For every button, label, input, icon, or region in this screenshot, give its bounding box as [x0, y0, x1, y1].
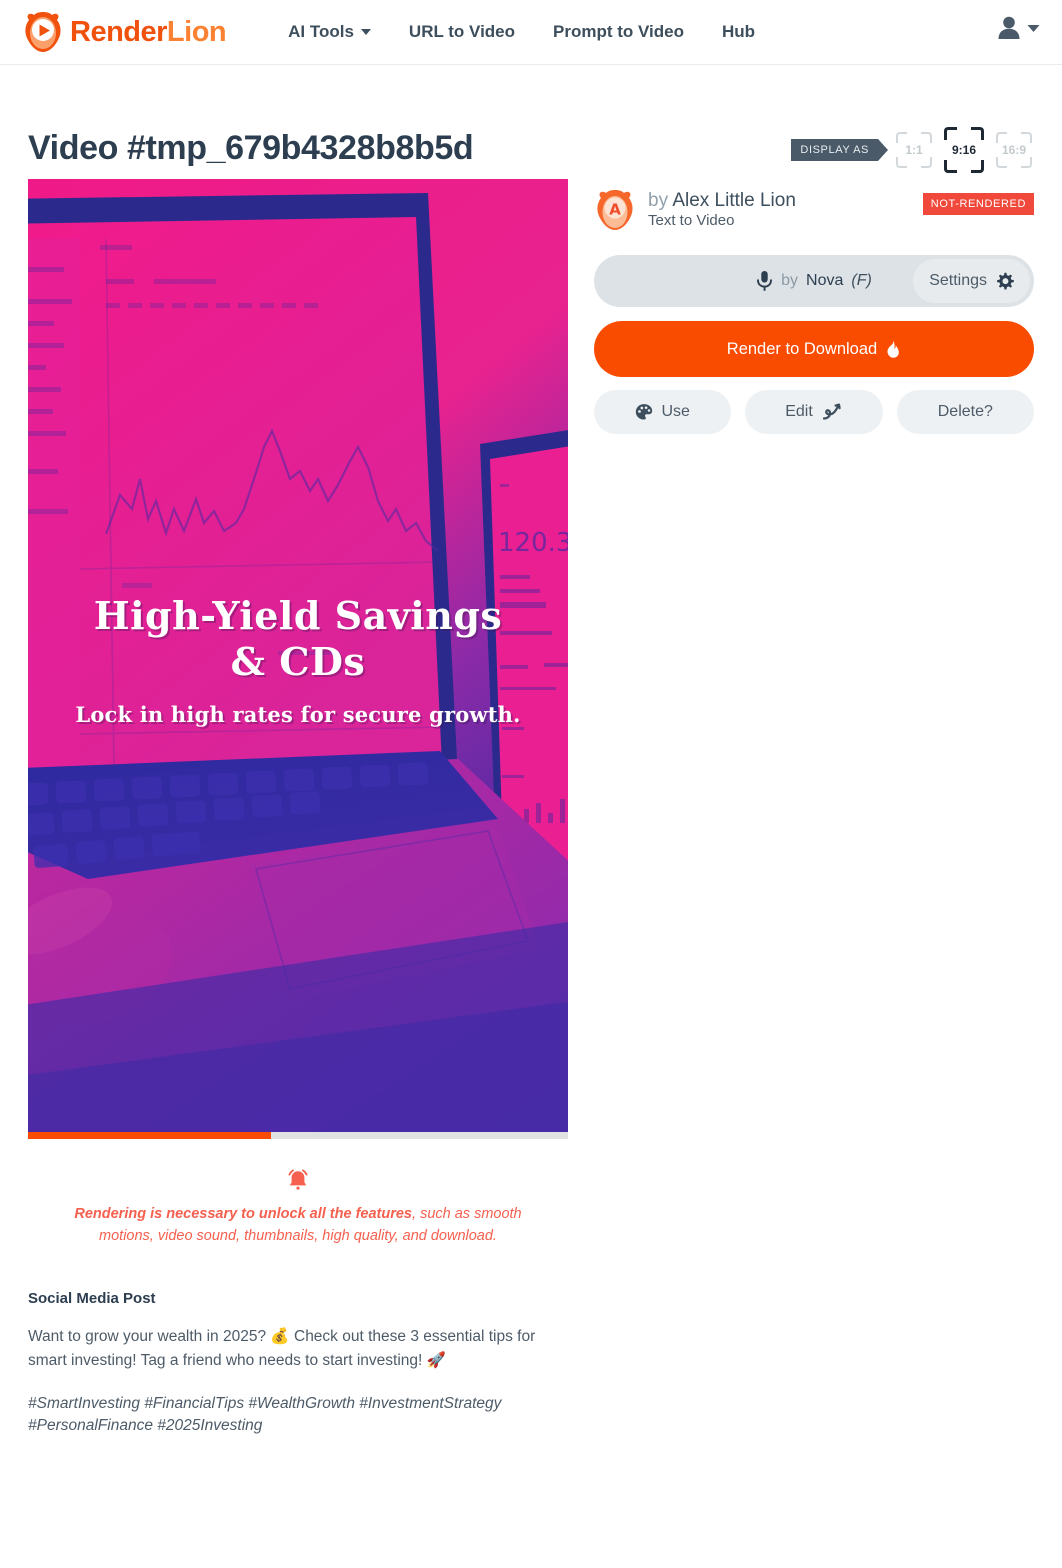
nav-item-prompt-to-video[interactable]: Prompt to Video: [553, 22, 684, 42]
bracket-corner-icon: [944, 127, 957, 140]
bracket-corner-icon: [896, 157, 907, 168]
status-badge: NOT-RENDERED: [922, 193, 1034, 215]
user-account-icon: [998, 16, 1020, 39]
voice-selector-bar[interactable]: by Nova (F) Settings: [594, 255, 1034, 307]
video-column: 120.30: [28, 179, 568, 1438]
bracket-corner-icon: [996, 132, 1007, 143]
render-warning: Rendering is necessary to unlock all the…: [28, 1167, 568, 1248]
bracket-corner-icon: [896, 132, 907, 143]
author-by-prefix: by: [648, 190, 669, 212]
author-meta: by Alex Little Lion Text to Video: [648, 189, 796, 230]
overlay-subtitle: Lock in high rates for secure growth.: [75, 701, 521, 727]
aspect-ratio-option-16-9[interactable]: 16:9: [994, 130, 1034, 170]
aspect-ratio-label: 9:16: [951, 143, 977, 157]
use-button-label: Use: [661, 403, 690, 420]
nav-item-label: Prompt to Video: [553, 22, 685, 41]
social-post-hashtags: #SmartInvesting #FinancialTips #WealthGr…: [28, 1394, 502, 1435]
controls-column: A by Alex Little Lion Text to Video NOT-…: [594, 179, 1034, 1438]
aspect-ratio-option-1-1[interactable]: 1:1: [894, 130, 934, 170]
video-overlay-text: High-Yield Savings & CDs Lock in high ra…: [28, 593, 568, 727]
voice-settings-label: Settings: [929, 272, 987, 289]
bracket-corner-icon: [921, 157, 932, 168]
nav-item-label: URL to Video: [408, 22, 516, 41]
voice-settings-button[interactable]: Settings: [913, 259, 1030, 303]
microphone-icon: [757, 271, 773, 291]
nav-item-hub[interactable]: Hub: [722, 22, 755, 42]
bracket-corner-icon: [971, 127, 984, 140]
video-preview[interactable]: 120.30: [28, 179, 568, 1139]
brand-name-secondary: Lion: [166, 15, 227, 48]
main-content: 120.30: [28, 179, 1034, 1438]
bracket-corner-icon: [971, 160, 984, 173]
render-to-download-button[interactable]: Render to Download: [594, 321, 1034, 377]
author-row: A by Alex Little Lion Text to Video NOT-…: [594, 187, 1034, 233]
account-menu-button[interactable]: [994, 13, 1040, 43]
flame-icon: [887, 340, 900, 358]
voice-name: Nova: [806, 272, 844, 289]
voice-gender: (F): [851, 272, 872, 289]
display-as-control: DISPLAY AS 1:1 9:16 16:9: [791, 125, 1034, 175]
brand-name-primary: Render: [70, 15, 167, 48]
warning-bold-text: Rendering is necessary to unlock all the…: [74, 1206, 413, 1222]
page-header-row: Video #tmp_679b4328b8b5d DISPLAY AS 1:1 …: [28, 117, 1034, 179]
nav-item-url-to-video[interactable]: URL to Video: [409, 22, 515, 42]
bracket-corner-icon: [944, 160, 957, 173]
nav-item-label: Hub: [722, 22, 756, 41]
edit-button-label: Edit: [785, 403, 813, 420]
edit-button[interactable]: Edit: [745, 390, 883, 434]
video-progress-bar[interactable]: [28, 1132, 568, 1139]
chevron-down-icon: [360, 29, 371, 35]
bell-alert-icon: [288, 1169, 308, 1190]
author-name-row: by Alex Little Lion: [648, 189, 796, 212]
bracket-corner-icon: [921, 132, 932, 143]
nav-item-ai-tools[interactable]: AI Tools: [288, 22, 371, 42]
bracket-corner-icon: [1021, 157, 1032, 168]
social-media-post-section: Social Media Post Want to grow your weal…: [28, 1290, 568, 1438]
lion-play-logo-icon: [25, 12, 61, 52]
bracket-corner-icon: [1021, 132, 1032, 143]
brand-logo-text: RenderLion: [70, 15, 227, 49]
brand-logo[interactable]: RenderLion: [22, 11, 227, 53]
author-name: Alex Little Lion: [672, 190, 796, 212]
palette-icon: [636, 404, 653, 420]
action-buttons-row: Use Edit Delete?: [594, 390, 1034, 434]
overlay-title-line1: High-Yield Savings: [93, 593, 503, 638]
delete-button[interactable]: Delete?: [896, 390, 1034, 434]
scribble-icon: [822, 403, 841, 420]
author-subtitle: Text to Video: [648, 212, 735, 230]
aspect-ratio-label: 16:9: [1001, 143, 1027, 157]
aspect-ratio-label: 1:1: [905, 143, 923, 157]
gear-icon: [997, 272, 1014, 289]
lion-avatar-icon: A: [597, 190, 633, 230]
voice-label: by Nova (F): [756, 270, 872, 292]
delete-button-label: Delete?: [937, 403, 993, 420]
video-progress-fill: [28, 1132, 271, 1139]
svg-text:120.30: 120.30: [498, 528, 568, 558]
social-post-heading: Social Media Post: [28, 1289, 156, 1307]
aspect-ratio-option-9-16[interactable]: 9:16: [942, 125, 986, 175]
display-as-label: DISPLAY AS: [791, 139, 888, 161]
nav-item-label: AI Tools: [288, 22, 354, 41]
use-button[interactable]: Use: [594, 390, 732, 434]
social-post-body: Want to grow your wealth in 2025? 💰 Chec…: [28, 1327, 536, 1369]
svg-text:A: A: [609, 201, 621, 219]
main-nav: AI Tools URL to Video Prompt to Video Hu…: [288, 22, 755, 42]
voice-by-prefix: by: [781, 272, 799, 289]
top-navigation-bar: RenderLion AI Tools URL to Video Prompt …: [0, 0, 1062, 65]
bracket-corner-icon: [996, 157, 1007, 168]
overlay-title-line2: & CDs: [230, 639, 366, 685]
page-title: Video #tmp_679b4328b8b5d: [28, 128, 474, 167]
render-button-label: Render to Download: [726, 339, 878, 358]
chevron-down-icon: [1027, 24, 1040, 32]
